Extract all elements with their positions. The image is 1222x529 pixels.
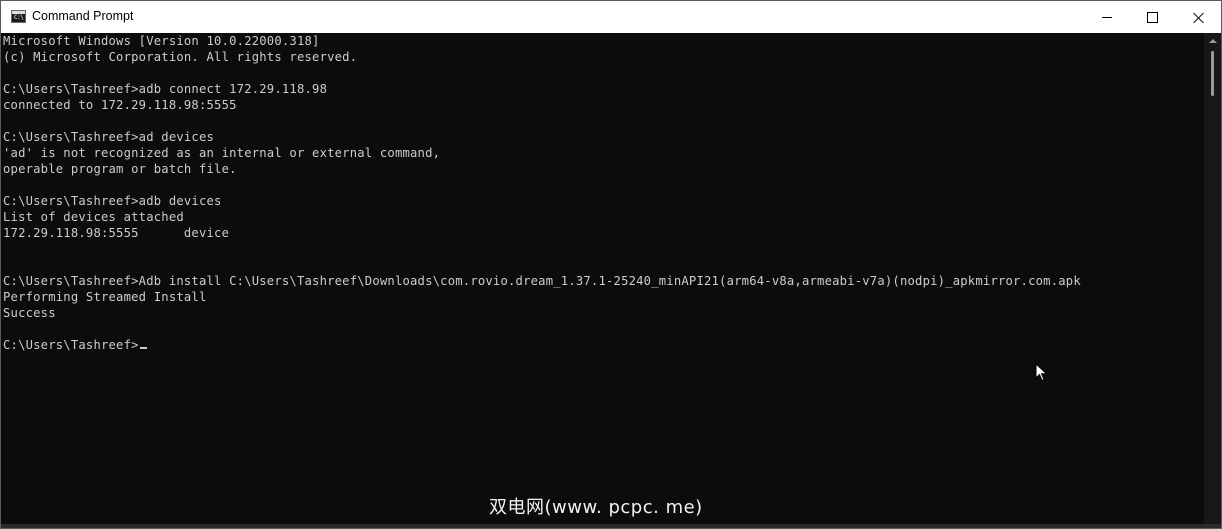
console-line: Performing Streamed Install (3, 290, 207, 304)
minimize-button[interactable] (1084, 1, 1130, 33)
watermark-text: 双电网(www. pcpc. me) (489, 497, 703, 518)
console-line: Success (3, 306, 56, 320)
console-line: operable program or batch file. (3, 162, 237, 176)
app-icon-text: C:\ (14, 14, 24, 21)
scrollbar-thumb[interactable] (1211, 51, 1214, 96)
console-line: connected to 172.29.118.98:5555 (3, 98, 237, 112)
title-bar[interactable]: C:\ Command Prompt (1, 1, 1221, 33)
console-line: C:\Users\Tashreef>adb devices (3, 194, 222, 208)
console-line: (c) Microsoft Corporation. All rights re… (3, 50, 358, 64)
window-title: Command Prompt (32, 9, 134, 23)
console-line: C:\Users\Tashreef>adb connect 172.29.118… (3, 82, 328, 96)
vertical-scrollbar[interactable] (1204, 33, 1221, 528)
console-line: C:\Users\Tashreef>Adb install C:\Users\T… (3, 274, 1081, 288)
maximize-button[interactable] (1129, 1, 1175, 33)
console-line: Microsoft Windows [Version 10.0.22000.31… (3, 34, 320, 48)
close-icon (1193, 12, 1204, 23)
current-prompt: C:\Users\Tashreef> (3, 338, 139, 352)
text-cursor (139, 347, 147, 349)
taskbar-edge (1, 524, 1221, 528)
console-line: C:\Users\Tashreef>ad devices (3, 130, 215, 144)
mouse-pointer-icon (1035, 363, 1048, 382)
console-output[interactable]: Microsoft Windows [Version 10.0.22000.31… (3, 33, 1203, 528)
scroll-up-arrow-icon[interactable] (1209, 39, 1217, 43)
maximize-icon (1146, 11, 1158, 23)
command-prompt-window: C:\ Command Prompt Microsoft Windows [Ve… (0, 0, 1222, 529)
minimize-icon (1102, 16, 1112, 18)
close-button[interactable] (1175, 1, 1221, 33)
command-prompt-icon[interactable]: C:\ (11, 10, 26, 23)
console-line: 'ad' is not recognized as an internal or… (3, 146, 441, 160)
console-line: List of devices attached (3, 210, 184, 224)
console-line: 172.29.118.98:5555 device (3, 226, 230, 240)
prompt-line[interactable]: C:\Users\Tashreef> (3, 337, 1203, 353)
